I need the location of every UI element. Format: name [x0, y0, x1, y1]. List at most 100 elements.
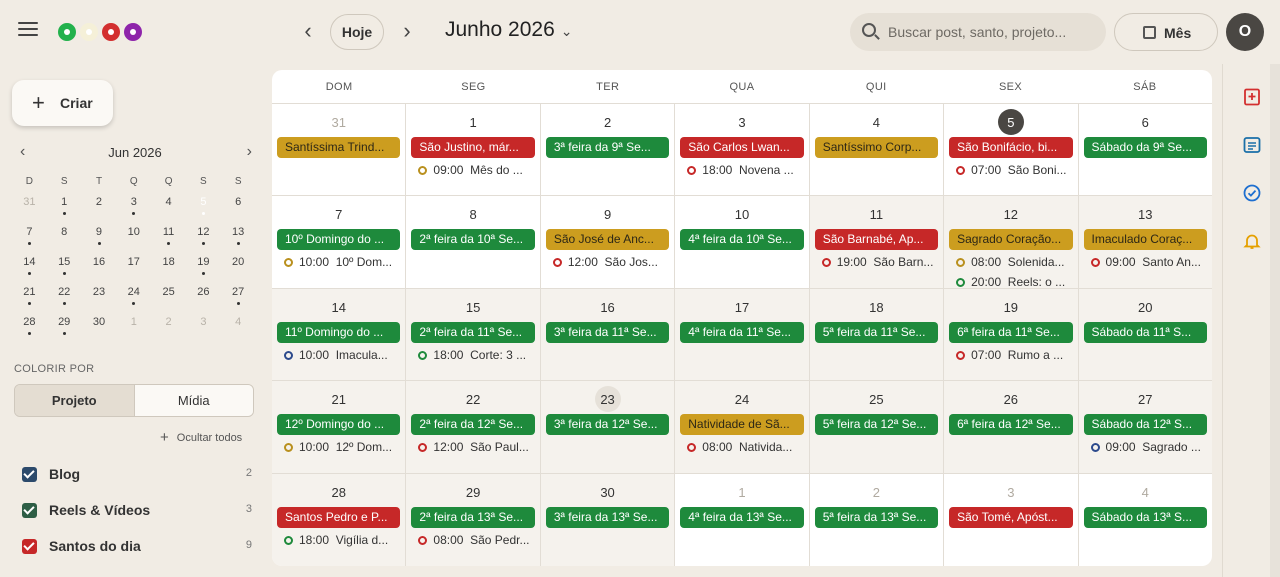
- day-number[interactable]: 27: [1079, 392, 1212, 408]
- timed-event[interactable]: 10:00 10º Dom...: [284, 254, 399, 270]
- hide-all-button[interactable]: + Ocultar todos: [160, 429, 242, 446]
- calendar-day-cell[interactable]: 13 Imaculado Coraç... 09:00 Santo An...: [1078, 196, 1212, 288]
- calendar-day-cell[interactable]: 7 10º Domingo do ... 10:00 10º Dom...: [272, 196, 407, 288]
- mini-day[interactable]: 5: [186, 188, 221, 222]
- day-number[interactable]: 18: [810, 300, 943, 316]
- event-chip[interactable]: 3ª feira da 12ª Se...: [545, 414, 670, 436]
- calendar-day-cell[interactable]: 3 São Carlos Lwan... 18:00 Novena ...: [675, 104, 810, 196]
- calendar-day-cell[interactable]: 6 Sábado da 9ª Se...: [1079, 104, 1212, 195]
- day-number[interactable]: 6: [1079, 115, 1212, 131]
- day-number[interactable]: 28: [272, 485, 405, 501]
- search-input[interactable]: [888, 21, 1098, 43]
- day-number[interactable]: 23: [541, 386, 674, 413]
- event-chip[interactable]: 2ª feira da 13ª Se...: [411, 506, 535, 528]
- timed-event[interactable]: 10:00 Imacula...: [284, 347, 399, 363]
- calendar-day-cell[interactable]: 5 São Bonifácio, bi... 07:00 São Boni...: [944, 104, 1079, 196]
- calendar-day-cell[interactable]: 14 11º Domingo do ... 10:00 Imacula...: [272, 288, 407, 381]
- calendar-day-cell[interactable]: 25 5ª feira da 12ª Se...: [809, 381, 945, 473]
- event-chip[interactable]: 4ª feira da 11ª Se...: [680, 321, 804, 343]
- day-number[interactable]: 19: [944, 300, 1077, 316]
- event-chip[interactable]: 2ª feira da 11ª Se...: [411, 321, 535, 343]
- timed-event[interactable]: 09:00 Sagrado ...: [1090, 439, 1206, 455]
- event-chip[interactable]: São Bonifácio, bi...: [949, 137, 1073, 158]
- timed-event[interactable]: 08:00 São Pedr...: [418, 532, 533, 548]
- timed-event[interactable]: 18:00 Corte: 3 ...: [418, 347, 533, 363]
- mini-day[interactable]: 15: [47, 252, 82, 282]
- day-number[interactable]: 4: [1079, 485, 1212, 501]
- timed-event[interactable]: 10:00 12º Dom...: [284, 439, 399, 455]
- calendar-day-cell[interactable]: 16 3ª feira da 11ª Se...: [540, 288, 676, 381]
- view-selector-button[interactable]: Mês: [1114, 13, 1218, 51]
- mini-day[interactable]: 2: [151, 312, 186, 342]
- create-button[interactable]: + Criar: [12, 80, 113, 126]
- checkbox-icon[interactable]: [22, 503, 37, 518]
- mini-day[interactable]: 13: [221, 222, 256, 252]
- mini-day[interactable]: 29: [47, 312, 82, 342]
- search-bar[interactable]: [850, 13, 1106, 51]
- mini-day[interactable]: 9: [82, 222, 117, 252]
- day-number[interactable]: 2: [541, 115, 674, 131]
- day-number[interactable]: 21: [272, 392, 405, 408]
- day-number[interactable]: 4: [810, 115, 943, 131]
- day-number[interactable]: 8: [406, 207, 539, 223]
- day-number[interactable]: 16: [541, 300, 674, 316]
- event-chip[interactable]: São Barnabé, Ap...: [814, 229, 939, 251]
- calendar-day-cell[interactable]: 2 5ª feira da 13ª Se...: [810, 473, 945, 566]
- calendar-day-cell[interactable]: 20 Sábado da 11ª S...: [1078, 288, 1212, 381]
- mini-day[interactable]: 6: [221, 192, 256, 222]
- mini-day[interactable]: 17: [116, 252, 151, 282]
- avatar[interactable]: O: [1226, 13, 1264, 51]
- mini-day[interactable]: 12: [186, 222, 221, 252]
- mini-day[interactable]: 1: [47, 192, 82, 222]
- mini-day[interactable]: 31: [12, 192, 47, 222]
- calendar-day-cell[interactable]: 23 3ª feira da 12ª Se...: [540, 381, 676, 473]
- day-number[interactable]: 3: [944, 485, 1077, 501]
- notes-icon[interactable]: [1243, 136, 1261, 154]
- mini-day[interactable]: 4: [221, 312, 256, 342]
- day-number[interactable]: 1: [406, 115, 539, 131]
- event-chip[interactable]: São Carlos Lwan...: [680, 137, 804, 158]
- event-chip[interactable]: 5ª feira da 12ª Se...: [814, 414, 939, 436]
- calendar-day-cell[interactable]: 2 3ª feira da 9ª Se...: [541, 104, 676, 196]
- mini-day[interactable]: 19: [186, 252, 221, 282]
- mini-day[interactable]: 20: [221, 252, 256, 282]
- calendar-day-cell[interactable]: 3 São Tomé, Apóst...: [944, 473, 1079, 566]
- event-chip[interactable]: 3ª feira da 13ª Se...: [545, 506, 670, 528]
- timed-event[interactable]: 08:00 Nativida...: [687, 439, 802, 455]
- month-selector[interactable]: Junho 2026 ⌄: [445, 18, 573, 42]
- checkbox-icon[interactable]: [22, 467, 37, 482]
- today-button[interactable]: Hoje: [330, 14, 384, 50]
- timed-event[interactable]: 18:00 Vigília d...: [284, 532, 399, 548]
- calendar-day-cell[interactable]: 27 Sábado da 12ª S... 09:00 Sagrado ...: [1078, 381, 1212, 473]
- timed-event[interactable]: 08:00 Solenida...: [956, 254, 1071, 270]
- event-chip[interactable]: 3ª feira da 11ª Se...: [545, 321, 670, 343]
- event-chip[interactable]: 10º Domingo do ...: [277, 229, 401, 251]
- mini-day[interactable]: 27: [221, 282, 256, 312]
- day-number[interactable]: 11: [810, 207, 943, 223]
- calendar-day-cell[interactable]: 28 Santos Pedro e P... 18:00 Vigília d...: [272, 473, 407, 566]
- project-item[interactable]: Santos do dia 9: [22, 537, 252, 557]
- mini-day[interactable]: 8: [47, 222, 82, 252]
- event-chip[interactable]: Sábado da 11ª S...: [1083, 321, 1207, 343]
- calendar-day-cell[interactable]: 29 2ª feira da 13ª Se... 08:00 São Pedr...: [406, 473, 541, 566]
- tasks-icon[interactable]: [1243, 184, 1261, 202]
- mini-day[interactable]: 26: [186, 282, 221, 312]
- mini-day[interactable]: 21: [12, 282, 47, 312]
- day-number[interactable]: 10: [675, 207, 808, 223]
- day-number[interactable]: 20: [1079, 300, 1212, 316]
- event-chip[interactable]: Santos Pedro e P...: [277, 506, 401, 528]
- calendar-day-cell[interactable]: 17 4ª feira da 11ª Se...: [675, 288, 810, 381]
- day-number[interactable]: 25: [810, 392, 943, 408]
- event-chip[interactable]: 5ª feira da 11ª Se...: [814, 321, 939, 343]
- event-chip[interactable]: 5ª feira da 13ª Se...: [814, 506, 939, 528]
- day-number[interactable]: 22: [406, 392, 539, 408]
- scrollbar[interactable]: [1270, 64, 1280, 577]
- calendar-day-cell[interactable]: 12 Sagrado Coração... 08:00 Solenida... 20:…: [944, 196, 1079, 288]
- day-number[interactable]: 13: [1079, 207, 1212, 223]
- day-number[interactable]: 2: [810, 485, 943, 501]
- calendar-day-cell[interactable]: 10 4ª feira da 10ª Se...: [675, 196, 810, 288]
- event-chip[interactable]: Santíssima Trind...: [277, 137, 401, 158]
- event-chip[interactable]: Sábado da 9ª Se...: [1083, 137, 1207, 158]
- timed-event[interactable]: 12:00 São Paul...: [418, 439, 533, 455]
- day-number[interactable]: 7: [272, 207, 405, 223]
